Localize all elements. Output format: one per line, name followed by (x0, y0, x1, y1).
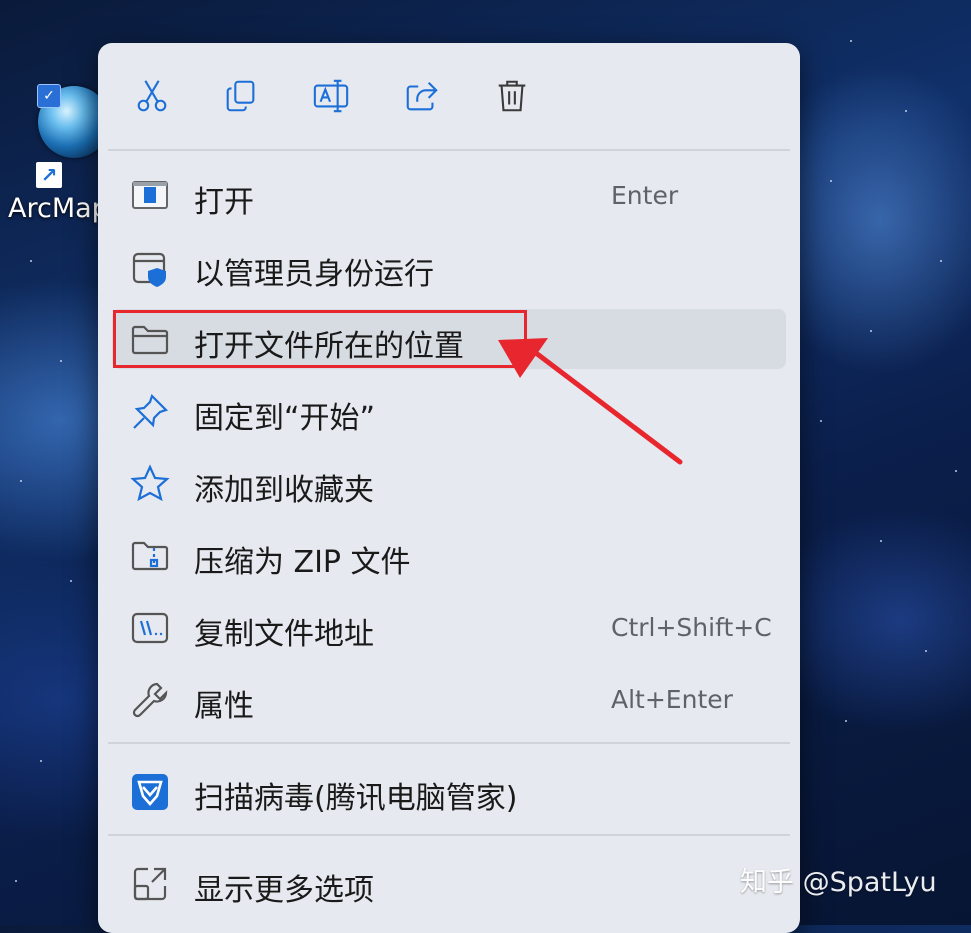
desktop-icon-label: ArcMap (8, 193, 109, 224)
menu-item-label: 压缩为 ZIP 文件 (194, 545, 411, 580)
menu-item-label: 打开 (194, 185, 254, 220)
menu-item-compress-zip[interactable]: 压缩为 ZIP 文件 (112, 525, 786, 585)
menu-item-shortcut: Ctrl+Shift+C (611, 613, 772, 642)
menu-item-label: 复制文件地址 (194, 617, 374, 652)
menu-item-label: 添加到收藏夹 (194, 473, 374, 508)
trash-icon (498, 80, 526, 112)
menu-item-shortcut: Alt+Enter (611, 685, 733, 714)
copy-button[interactable] (216, 71, 266, 121)
menu-item-open[interactable]: 打开 Enter (112, 165, 786, 225)
menu-item-label: 扫描病毒(腾讯电脑管家) (194, 781, 518, 816)
separator (108, 149, 790, 151)
menu-item-label: 属性 (194, 689, 254, 724)
menu-item-scan-virus[interactable]: 扫描病毒(腾讯电脑管家) (112, 761, 786, 821)
pin-icon (130, 392, 170, 432)
annotation-arrow-icon (498, 338, 683, 465)
context-menu-toolbar (98, 43, 800, 149)
checkbox-selected-icon[interactable]: ✓ (37, 84, 61, 108)
copy-icon (226, 80, 255, 112)
menu-item-show-more-options[interactable]: 显示更多选项 (112, 853, 786, 913)
open-app-icon (130, 176, 170, 216)
zip-folder-icon (130, 536, 170, 576)
menu-item-properties[interactable]: 属性 Alt+Enter (112, 669, 786, 729)
scissors-icon (137, 80, 167, 112)
separator (108, 834, 790, 836)
desktop-shortcut-arcmap[interactable]: ✓ ↗ ArcMap (0, 40, 110, 224)
menu-item-shortcut: Enter (611, 181, 679, 210)
run-as-admin-shield-icon (130, 248, 170, 288)
menu-item-label: 以管理员身份运行 (194, 257, 434, 292)
copy-path-icon (130, 608, 170, 648)
menu-item-label: 显示更多选项 (194, 873, 374, 908)
menu-item-label: 固定到“开始” (194, 401, 376, 436)
delete-button[interactable] (487, 71, 537, 121)
tencent-shield-icon (130, 772, 170, 812)
wrench-icon (130, 680, 170, 720)
menu-item-run-as-admin[interactable]: 以管理员身份运行 (112, 237, 786, 297)
rename-icon (313, 79, 349, 113)
watermark: 知乎 @SpatLyu (740, 867, 937, 898)
show-more-options-icon (130, 864, 170, 904)
cut-button[interactable] (127, 71, 177, 121)
rename-button[interactable] (306, 71, 356, 121)
share-icon (406, 81, 438, 111)
menu-item-copy-path[interactable]: 复制文件地址 Ctrl+Shift+C (112, 597, 786, 657)
star-icon (130, 464, 170, 504)
context-menu: 打开 Enter 以管理员身份运行 打开文件所在的位置 固定到“开始” 添加到收… (98, 43, 800, 933)
shortcut-arrow-icon: ↗ (36, 162, 62, 188)
annotation-highlight-box (113, 310, 527, 368)
separator (108, 742, 790, 744)
share-button[interactable] (397, 71, 447, 121)
